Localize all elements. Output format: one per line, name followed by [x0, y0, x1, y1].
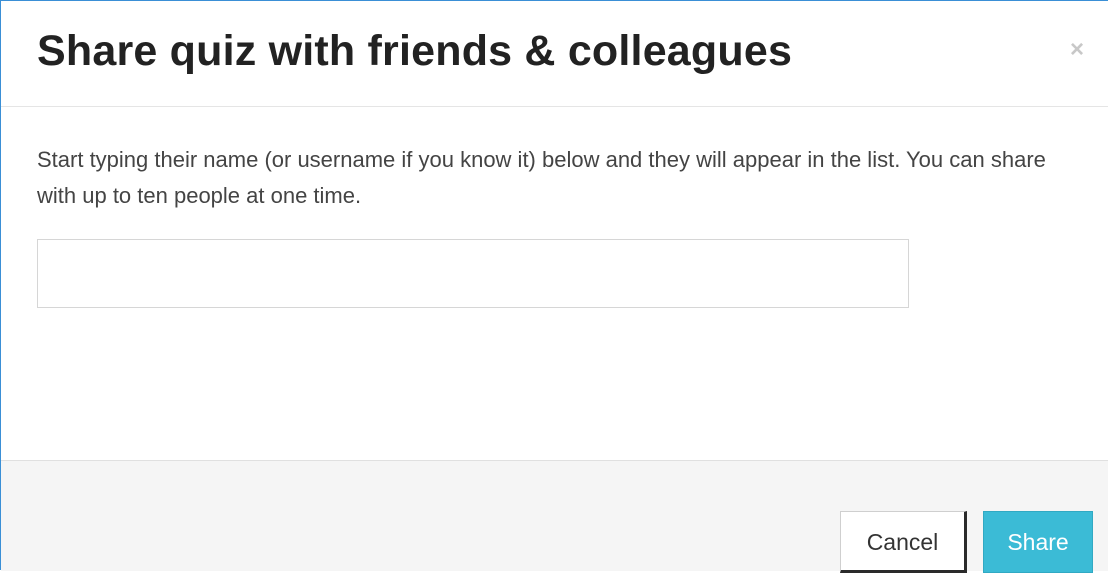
modal-body: Start typing their name (or username if …	[1, 107, 1108, 460]
modal-header: Share quiz with friends & colleagues ×	[1, 1, 1108, 107]
share-recipients-input[interactable]	[37, 239, 909, 308]
modal-footer: Cancel Share	[1, 460, 1108, 573]
instructions-text: Start typing their name (or username if …	[37, 147, 1046, 208]
cancel-button[interactable]: Cancel	[840, 511, 967, 573]
share-button[interactable]: Share	[983, 511, 1093, 573]
modal-title: Share quiz with friends & colleagues	[37, 27, 793, 75]
share-quiz-modal: Share quiz with friends & colleagues × S…	[0, 0, 1108, 573]
close-icon[interactable]: ×	[1066, 38, 1088, 62]
